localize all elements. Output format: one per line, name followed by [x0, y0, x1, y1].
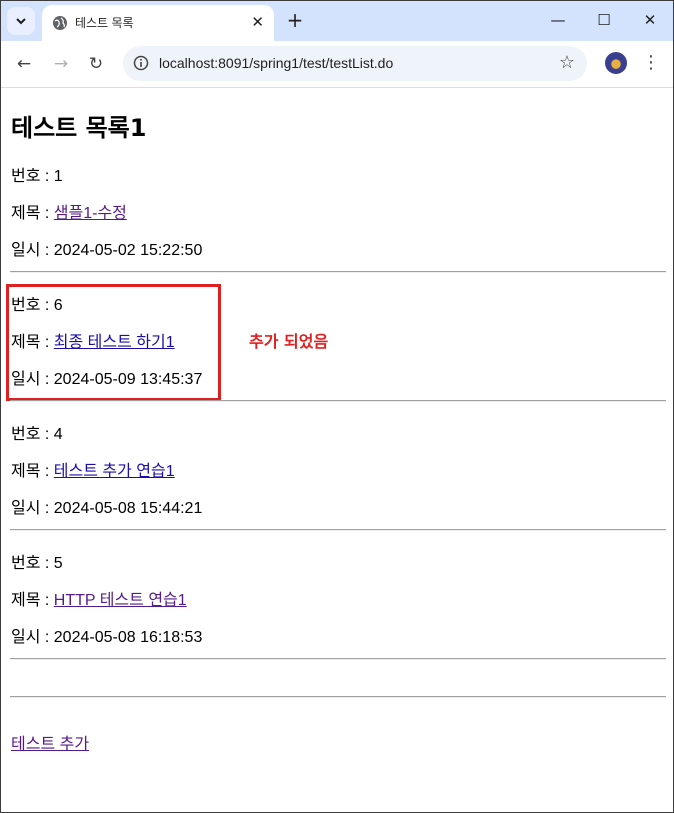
- divider: [10, 696, 666, 698]
- page-title: 테스트 목록1: [11, 114, 147, 142]
- divider: [10, 400, 666, 402]
- site-info-icon[interactable]: [133, 55, 149, 71]
- browser-menu-icon[interactable]: ⋮: [641, 51, 661, 75]
- item-number: 번호 : 5: [11, 555, 63, 572]
- item-title-link[interactable]: HTTP 테스트 연습1: [54, 592, 187, 609]
- profile-avatar[interactable]: [605, 52, 627, 74]
- add-test-row: 테스트 추가: [11, 730, 89, 754]
- item-number: 번호 : 1: [11, 168, 63, 185]
- item-title-link[interactable]: 샘플1-수정: [54, 205, 127, 222]
- item-date: 일시 : 2024-05-02 15:22:50: [11, 242, 203, 259]
- maximize-button[interactable]: ☐: [589, 9, 619, 31]
- item-title-row: 제목 : HTTP 테스트 연습1: [11, 586, 187, 610]
- item-title-link[interactable]: 테스트 추가 연습1: [54, 463, 175, 480]
- divider: [10, 271, 666, 273]
- forward-button[interactable]: →: [50, 53, 72, 75]
- item-title-prefix: 제목 :: [11, 463, 54, 480]
- url-text[interactable]: localhost:8091/spring1/test/testList.do: [159, 55, 393, 71]
- item-number: 번호 : 4: [11, 426, 63, 443]
- close-tab-icon[interactable]: ✕: [251, 13, 264, 31]
- item-date: 일시 : 2024-05-08 15:44:21: [11, 500, 203, 517]
- add-test-link[interactable]: 테스트 추가: [11, 736, 89, 753]
- item-date: 일시 : 2024-05-08 16:18:53: [11, 629, 203, 646]
- item-title-row: 제목 : 샘플1-수정: [11, 199, 127, 223]
- browser-window: 테스트 목록 ✕ + — ☐ ✕ ← → ↻ localhost:8091/sp…: [0, 0, 674, 813]
- close-window-button[interactable]: ✕: [635, 9, 665, 31]
- divider: [10, 658, 666, 660]
- minimize-button[interactable]: —: [543, 9, 573, 31]
- page-content: 테스트 목록1 번호 : 1 제목 : 샘플1-수정 일시 : 2024-05-…: [1, 88, 673, 812]
- item-title-prefix: 제목 :: [11, 592, 54, 609]
- tab-title: 테스트 목록: [75, 16, 134, 30]
- browser-toolbar: ← → ↻ localhost:8091/spring1/test/testLi…: [1, 41, 673, 88]
- item-title-row: 제목 : 테스트 추가 연습1: [11, 457, 175, 481]
- item-title-prefix: 제목 :: [11, 205, 54, 222]
- highlight-box: [6, 284, 221, 401]
- address-bar[interactable]: localhost:8091/spring1/test/testList.do …: [123, 46, 587, 81]
- tab-strip: 테스트 목록 ✕ + — ☐ ✕: [1, 1, 673, 41]
- reload-button[interactable]: ↻: [85, 53, 107, 75]
- tab-search-button[interactable]: [7, 7, 35, 35]
- globe-icon: [53, 16, 67, 30]
- annotation-text: 추가 되었음: [249, 332, 329, 351]
- new-tab-button[interactable]: +: [285, 9, 305, 31]
- browser-tab[interactable]: 테스트 목록 ✕: [42, 5, 274, 41]
- chevron-down-icon: [16, 18, 26, 25]
- bookmark-star-icon[interactable]: ☆: [559, 52, 575, 73]
- divider: [10, 529, 666, 531]
- back-button[interactable]: ←: [13, 53, 35, 75]
